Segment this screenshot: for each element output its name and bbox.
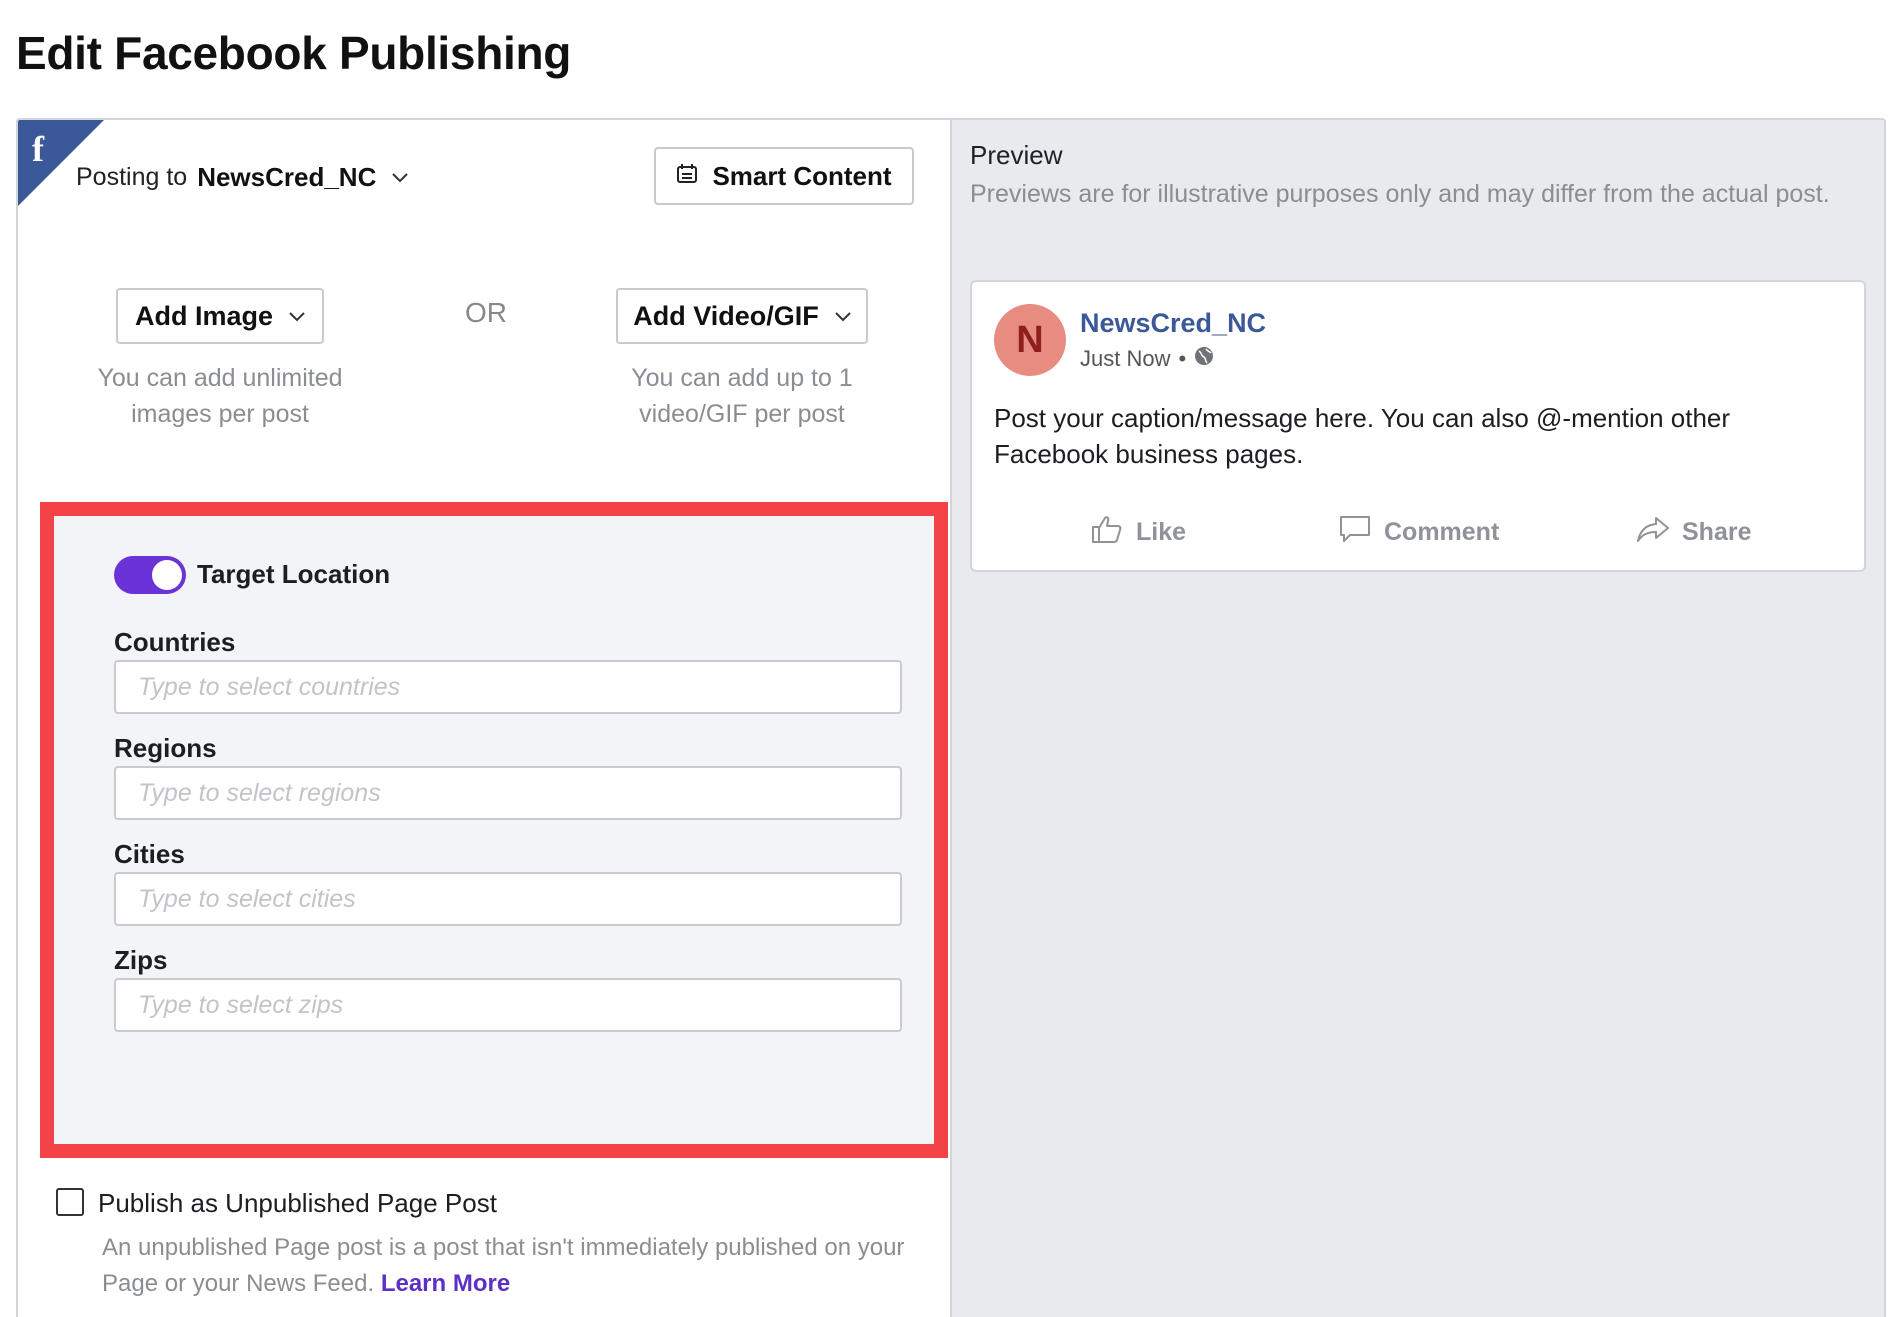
target-location-section: Target Location Countries Regions Cities… xyxy=(40,502,948,1158)
add-image-note: You can add unlimited images per post xyxy=(97,364,343,428)
like-action: Like xyxy=(1090,514,1186,551)
unpublished-post-label: Publish as Unpublished Page Post xyxy=(98,1188,497,1218)
facebook-icon: f xyxy=(32,129,44,169)
smart-content-button[interactable]: Smart Content xyxy=(654,147,914,205)
target-location-label: Target Location xyxy=(197,559,391,589)
toggle-knob xyxy=(152,560,182,590)
countries-label: Countries xyxy=(114,627,236,657)
share-icon xyxy=(1636,514,1670,551)
comment-label: Comment xyxy=(1384,518,1500,546)
countries-input[interactable] xyxy=(114,660,902,714)
preview-time-text: Just Now xyxy=(1080,346,1171,371)
add-video-note: You can add up to 1 video/GIF per post xyxy=(631,364,853,428)
preview-title: Preview xyxy=(970,140,1063,170)
preview-panel: Preview Previews are for illustrative pu… xyxy=(952,120,1884,1317)
zips-label: Zips xyxy=(114,945,168,975)
publishing-frame: f Posting to NewsCred_NC Smart Content A… xyxy=(16,118,1886,1317)
preview-timestamp: Just Now • xyxy=(1080,346,1214,372)
posting-to-selector[interactable]: Posting to NewsCred_NC xyxy=(76,162,409,193)
globe-icon xyxy=(1194,346,1214,372)
or-divider-text: OR xyxy=(465,297,507,328)
like-label: Like xyxy=(1136,518,1187,546)
preview-note: Previews are for illustrative purposes o… xyxy=(970,180,1830,208)
editor-panel: f Posting to NewsCred_NC Smart Content A… xyxy=(18,120,952,1317)
learn-more-link[interactable]: Learn More xyxy=(381,1270,510,1297)
posting-prefix: Posting to xyxy=(76,163,188,191)
chevron-down-icon xyxy=(289,306,305,327)
regions-label: Regions xyxy=(114,733,217,763)
thumbs-up-icon xyxy=(1090,514,1124,551)
share-action: Share xyxy=(1636,514,1751,551)
comment-icon xyxy=(1338,514,1372,551)
add-image-button[interactable]: Add Image xyxy=(116,288,324,344)
avatar: N xyxy=(994,304,1066,376)
preview-time-separator: • xyxy=(1178,346,1187,371)
cities-input[interactable] xyxy=(114,872,902,926)
chevron-down-icon xyxy=(392,167,409,188)
add-image-label: Add Image xyxy=(134,300,274,331)
preview-account-name: NewsCred_NC xyxy=(1080,308,1267,338)
chevron-down-icon xyxy=(835,306,851,327)
comment-action: Comment xyxy=(1338,514,1499,551)
smart-content-icon xyxy=(676,161,698,192)
share-label: Share xyxy=(1682,518,1752,546)
page-title: Edit Facebook Publishing xyxy=(16,27,572,79)
unpublished-post-checkbox[interactable] xyxy=(56,1188,84,1216)
smart-content-label: Smart Content xyxy=(712,160,892,191)
unpublished-post-description: An unpublished Page post is a post that … xyxy=(102,1230,922,1302)
preview-post-text: Post your caption/message here. You can … xyxy=(994,403,1731,469)
cities-label: Cities xyxy=(114,839,185,869)
zips-input[interactable] xyxy=(114,978,902,1032)
facebook-post-preview: N NewsCred_NC Just Now • Post your capti… xyxy=(970,280,1866,572)
regions-input[interactable] xyxy=(114,766,902,820)
posting-account: NewsCred_NC xyxy=(197,162,377,192)
target-location-toggle[interactable] xyxy=(114,556,186,594)
add-video-gif-button[interactable]: Add Video/GIF xyxy=(616,288,868,344)
add-video-label: Add Video/GIF xyxy=(633,300,819,331)
